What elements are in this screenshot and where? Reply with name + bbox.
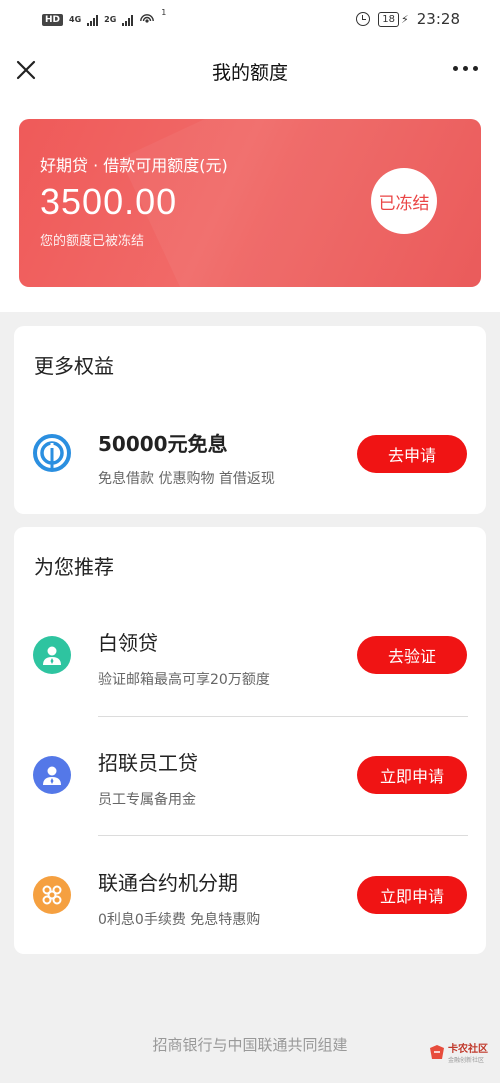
- hotspot-count: 1: [161, 8, 167, 17]
- apply-now-button[interactable]: 立即申请: [357, 756, 467, 794]
- credit-section: 好期贷 · 借款可用额度(元) 3500.00 您的额度已被冻结 已冻结: [0, 102, 500, 312]
- charging-icon: ⚡: [401, 12, 409, 26]
- frozen-status-badge: 已冻结: [371, 168, 437, 234]
- status-bar: HD 4G 2G 1 18 ⚡ 23:28: [0, 0, 500, 40]
- signal-icon: [122, 14, 134, 26]
- network-2g-label: 2G: [104, 15, 117, 24]
- credit-note: 您的额度已被冻结: [40, 234, 145, 249]
- recommend-title: 为您推荐: [34, 555, 114, 579]
- network-4g-label: 4G: [69, 15, 82, 24]
- signal-icon: [87, 14, 99, 26]
- credit-amount: 3500.00: [40, 181, 178, 222]
- credit-label: 好期贷 · 借款可用额度(元): [40, 156, 228, 175]
- battery-icon: 18: [378, 11, 400, 27]
- page-title: 我的额度: [211, 62, 288, 84]
- status-left-group: HD 4G 2G 1: [42, 8, 167, 29]
- benefits-panel: 更多权益 50000元免息 免息借款 优惠购物 首借返现 去申请: [14, 326, 486, 514]
- blue-ring-icon: [33, 434, 71, 472]
- watermark-text: 卡农社区: [448, 1044, 488, 1055]
- apply-now-button[interactable]: 立即申请: [357, 876, 467, 914]
- item-title: 白领贷: [98, 631, 158, 655]
- status-time: 23:28: [416, 10, 460, 28]
- divider: [98, 716, 468, 717]
- item-subtitle: 验证邮箱最高可享20万额度: [98, 672, 270, 688]
- divider: [98, 835, 468, 836]
- status-right-group: 18 ⚡ 23:28: [356, 10, 460, 28]
- recommend-panel: 为您推荐 白领贷 验证邮箱最高可享20万额度 去验证 招联员工贷 员工专属备用金…: [14, 527, 486, 954]
- apply-button[interactable]: 去申请: [357, 435, 467, 473]
- item-subtitle: 免息借款 优惠购物 首借返现: [98, 471, 275, 487]
- item-title: 联通合约机分期: [98, 871, 238, 895]
- more-options-icon[interactable]: [453, 66, 478, 71]
- hotspot-icon: [139, 11, 155, 29]
- footer-text: 招商银行与中国联通共同组建: [152, 1036, 348, 1054]
- watermark-subtext: 金融创新社区: [448, 1057, 485, 1064]
- item-subtitle: 0利息0手续费 免息特惠购: [98, 912, 261, 928]
- item-subtitle: 员工专属备用金: [98, 792, 196, 808]
- benefits-title: 更多权益: [34, 354, 114, 378]
- alarm-icon: [356, 12, 371, 26]
- watermark-logo-icon: [430, 1045, 444, 1059]
- item-title: 招联员工贷: [98, 751, 198, 775]
- credit-card: 好期贷 · 借款可用额度(元) 3500.00 您的额度已被冻结 已冻结: [19, 119, 481, 287]
- verify-button[interactable]: 去验证: [357, 636, 467, 674]
- unicom-knot-icon: [33, 876, 71, 914]
- watermark: 卡农社区 金融创新社区: [429, 1040, 488, 1064]
- person-icon: [33, 756, 71, 794]
- hd-icon: HD: [42, 14, 64, 26]
- person-icon: [33, 636, 71, 674]
- nav-bar: 我的额度: [0, 40, 500, 102]
- item-title: 50000元免息: [98, 432, 228, 456]
